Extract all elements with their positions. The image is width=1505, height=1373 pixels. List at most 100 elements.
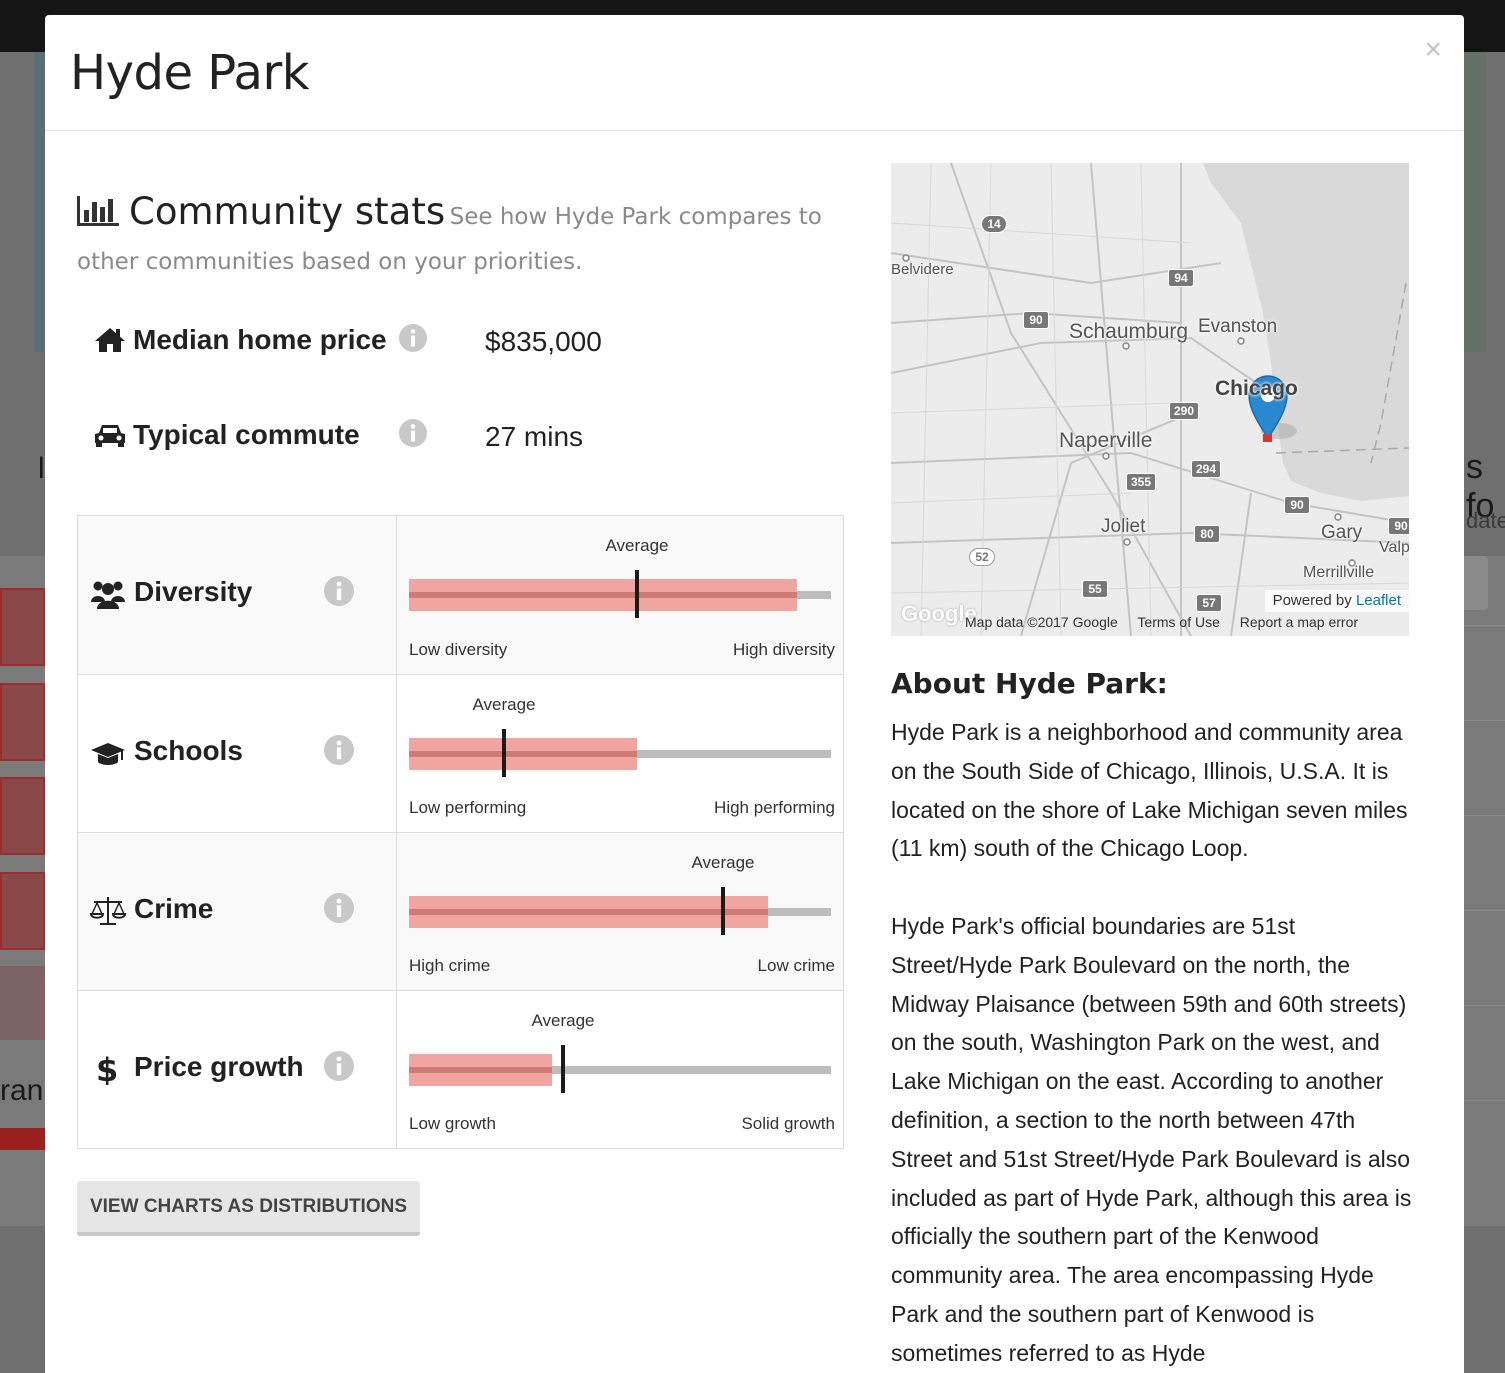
average-marker [502,729,506,777]
background-text-fragment: ran [0,1074,44,1107]
background-divider [1464,720,1505,721]
info-icon[interactable] [399,324,427,352]
map-data-text: Map data ©2017 Google [965,614,1118,630]
highway-shield: 52 [969,548,995,566]
map-city-label: Belvidere [891,261,954,278]
map-city-label: Schaumburg [1069,320,1189,343]
stat-label-cell: $ Price growth [78,991,397,1148]
graduation-cap-icon [91,743,125,765]
stat-bar-cell: Average Low performing High performing [397,675,843,832]
car-icon [95,425,125,447]
stat-row-diversity: Diversity Average Low diversity High div… [78,516,843,674]
highway-shield: 57 [1196,594,1222,612]
info-icon[interactable] [324,1051,354,1081]
stat-label-cell: Crime [78,833,397,990]
background-hero-image-right [1464,52,1486,352]
map-city-label: Naperville [1059,429,1153,452]
stat-row-price-growth: $ Price growth Average Low growth Solid … [78,990,843,1148]
stat-label-cell: Diversity [78,516,397,674]
background-card[interactable] [0,777,45,855]
background-hero-image-left [34,52,45,352]
background-card[interactable] [0,966,45,1040]
stats-title: Community stats [129,190,446,233]
highway-shield: 94 [1168,269,1194,287]
info-icon[interactable] [324,893,354,923]
map-city-label: Chicago [1215,377,1298,400]
highway-shield: 290 [1169,402,1199,420]
info-icon[interactable] [324,735,354,765]
stat-row-crime: Crime Average High crime Low crime [78,832,843,990]
background-card[interactable] [0,683,45,761]
highway-shield: 14 [981,215,1007,233]
stat-name: Price growth [134,1051,304,1082]
about-body: Hyde Park is a neighborhood and communit… [891,713,1416,1373]
score-bar-line [409,592,797,598]
background-card[interactable] [0,588,45,666]
low-end-label: Low growth [409,1114,496,1133]
high-end-label: High diversity [732,640,835,659]
highway-shield: 90 [1023,311,1049,329]
typical-commute-value: 27 mins [485,421,584,452]
stat-label-cell: Schools [78,675,397,832]
median-home-price-label: Median home price [133,324,387,355]
about-title: About Hyde Park: [891,667,1168,700]
background-divider [1464,910,1505,911]
stat-row-schools: Schools Average Low performing High perf… [78,674,843,832]
map-city-label: Joliet [1101,516,1146,537]
users-icon [91,581,125,609]
score-bar-line [409,751,637,757]
map-attribution: Powered by Leaflet [1264,590,1409,612]
map-footer: Map data ©2017 Google Terms of Use Repor… [965,614,1374,630]
background-progress-bar [0,1128,45,1150]
score-bar-line [409,1067,552,1073]
median-home-price-row: Median home price $835,000 [93,320,653,360]
highway-shield: 55 [1082,580,1108,598]
map[interactable]: Belvidere Schaumburg Evanston Chicago Na… [891,163,1409,636]
typical-commute-label: Typical commute [133,419,360,450]
map-city-label: Valp [1379,539,1409,556]
average-marker [561,1045,565,1093]
info-icon[interactable] [399,419,427,447]
stat-bar-cell: Average High crime Low crime [397,833,843,990]
typical-commute-row: Typical commute 27 mins [93,415,653,455]
high-end-label: Solid growth [741,1114,835,1133]
average-marker [721,887,725,935]
about-paragraph: Hyde Park's official boundaries are 51st… [891,912,1412,1366]
community-modal: Hyde Park × Community stats See how Hyde… [45,15,1464,1373]
stat-name: Diversity [134,576,253,607]
terms-link[interactable]: Terms of Use [1137,614,1219,630]
dollar-icon: $ [96,1053,118,1085]
balance-scale-icon [90,897,126,925]
background-card[interactable] [0,872,45,950]
background-divider [1464,1100,1505,1101]
stats-heading: Community stats See how Hyde Park compar… [77,191,857,286]
score-bar-line [409,909,768,915]
average-label: Average [531,1011,595,1030]
highway-shield: 90 [1284,496,1310,514]
stat-bar-cell: Average Low growth Solid growth [397,991,843,1148]
leaflet-link[interactable]: Leaflet [1356,592,1401,609]
stat-name: Crime [134,893,214,924]
low-end-label: Low performing [409,798,527,817]
info-icon[interactable] [324,576,354,606]
low-end-label: Low diversity [409,640,508,659]
stat-name: Schools [134,735,243,766]
map-city-label: Evanston [1198,316,1278,337]
highway-shield: 80 [1194,525,1220,543]
powered-by-text: Powered by [1272,592,1352,609]
map-city-label: Merrillville [1303,564,1375,581]
average-label: Average [472,695,536,714]
background-divider [1464,625,1505,626]
report-map-error-link[interactable]: Report a map error [1240,614,1358,630]
background-right-panel [1464,556,1505,1226]
background-divider [1464,1005,1505,1006]
map-point [1263,434,1272,442]
close-icon[interactable]: × [1424,35,1442,65]
background-divider [1464,815,1505,816]
background-subtext-fragment: date [1466,508,1505,533]
highway-shield: 294 [1191,460,1221,478]
about-paragraph: Hyde Park is a neighborhood and communit… [891,719,1408,862]
background-button[interactable] [1464,556,1488,610]
view-distributions-button[interactable]: VIEW CHARTS AS DISTRIBUTIONS [77,1181,420,1236]
high-end-label: High performing [714,798,835,817]
